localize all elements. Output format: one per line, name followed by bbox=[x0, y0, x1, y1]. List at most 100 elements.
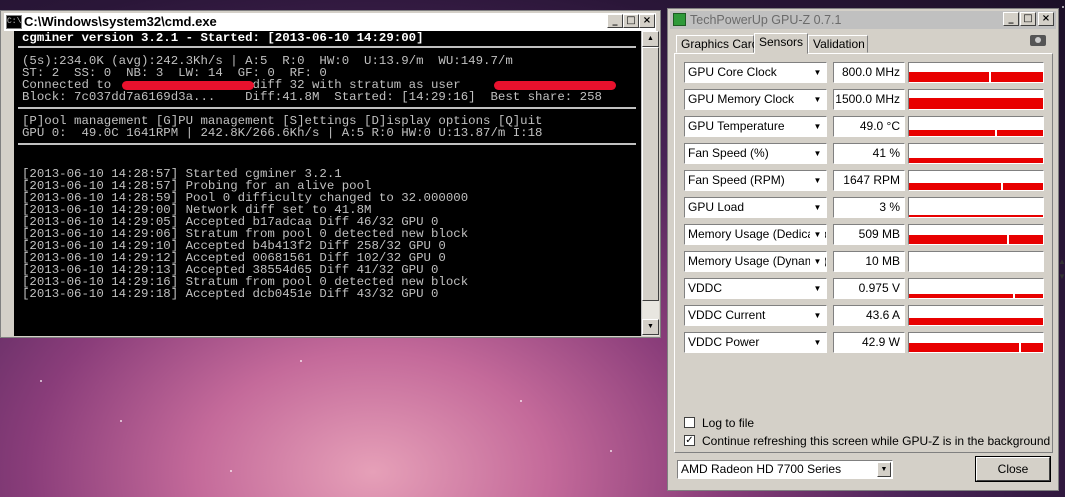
sensor-row: Memory Usage (Dynamic) ▼ 10 MB bbox=[684, 251, 1044, 272]
sensor-graph-fill bbox=[909, 235, 1043, 244]
redacted-username bbox=[494, 81, 616, 90]
sensor-label[interactable]: GPU Memory Clock bbox=[684, 89, 827, 110]
sensor-label[interactable]: GPU Load bbox=[684, 197, 827, 218]
maximize-button[interactable]: □ bbox=[1020, 12, 1036, 26]
sensor-row: VDDC Current ▼ 43.6 A bbox=[684, 305, 1044, 326]
cmd-scrollbar[interactable]: ▲ ▼ bbox=[641, 31, 659, 336]
sensor-graph bbox=[908, 170, 1044, 191]
chevron-down-icon[interactable]: ▼ bbox=[810, 334, 825, 351]
sensor-graph bbox=[908, 251, 1044, 272]
tab-validation[interactable]: Validation bbox=[808, 35, 868, 53]
close-dialog-button[interactable]: Close bbox=[975, 456, 1051, 482]
scroll-up-icon[interactable]: ▲ bbox=[1058, 257, 1065, 266]
console-divider bbox=[18, 46, 636, 48]
sensor-row: VDDC Power ▼ 42.9 W bbox=[684, 332, 1044, 353]
gpuz-titlebar[interactable]: TechPowerUp GPU-Z 0.7.1 _ □ × bbox=[670, 11, 1056, 29]
sensor-value: 10 MB bbox=[833, 251, 905, 272]
cgminer-header: cgminer version 3.2.1 - Started: [2013-0… bbox=[22, 31, 424, 45]
sensor-label[interactable]: Fan Speed (RPM) bbox=[684, 170, 827, 191]
sensor-value: 1647 RPM bbox=[833, 170, 905, 191]
scroll-down-icon[interactable]: ▼ bbox=[642, 319, 659, 335]
chevron-down-icon[interactable]: ▼ bbox=[810, 145, 825, 162]
chevron-down-icon[interactable]: ▼ bbox=[810, 118, 825, 135]
sensor-value: 3 % bbox=[833, 197, 905, 218]
close-button[interactable]: × bbox=[1038, 12, 1054, 26]
sensor-graph bbox=[908, 224, 1044, 245]
chevron-down-icon[interactable]: ▼ bbox=[810, 253, 825, 270]
sensor-graph-dip bbox=[1001, 171, 1003, 190]
tab-sensors[interactable]: Sensors bbox=[754, 33, 808, 54]
scroll-down-icon[interactable]: ▼ bbox=[1058, 272, 1065, 281]
chevron-down-icon[interactable]: ▼ bbox=[810, 307, 825, 324]
cmd-titlebar[interactable]: C:\ C:\Windows\system32\cmd.exe _ □ × bbox=[4, 13, 656, 31]
sensor-row: Fan Speed (%) ▼ 41 % bbox=[684, 143, 1044, 164]
continue-refresh-label: Continue refreshing this screen while GP… bbox=[702, 434, 1051, 448]
sensor-graph bbox=[908, 332, 1044, 353]
sensor-label[interactable]: Fan Speed (%) bbox=[684, 143, 827, 164]
sensor-graph bbox=[908, 89, 1044, 110]
cmd-window: C:\ C:\Windows\system32\cmd.exe _ □ × cg… bbox=[0, 10, 661, 338]
gpuz-window: TechPowerUp GPU-Z 0.7.1 _ □ × Graphics C… bbox=[667, 8, 1065, 491]
log-to-file-checkbox[interactable] bbox=[684, 417, 695, 428]
sensor-graph bbox=[908, 143, 1044, 164]
sensor-value: 1500.0 MHz bbox=[833, 89, 905, 110]
minimize-button[interactable]: _ bbox=[607, 14, 623, 28]
sensor-graph-dip bbox=[1013, 279, 1015, 298]
chevron-down-icon[interactable]: ▼ bbox=[810, 280, 825, 297]
chevron-down-icon[interactable]: ▼ bbox=[810, 226, 825, 243]
sensor-graph-fill bbox=[909, 130, 1043, 136]
sensor-label[interactable]: VDDC Power bbox=[684, 332, 827, 353]
cmd-window-title: C:\Windows\system32\cmd.exe bbox=[24, 14, 217, 29]
sensor-label[interactable]: VDDC bbox=[684, 278, 827, 299]
sensor-graph-fill bbox=[909, 215, 1043, 217]
chevron-down-icon[interactable]: ▼ bbox=[810, 91, 825, 108]
sensor-graph-fill bbox=[909, 158, 1043, 163]
sensor-row: GPU Temperature ▼ 49.0 °C bbox=[684, 116, 1044, 137]
console-output[interactable]: cgminer version 3.2.1 - Started: [2013-0… bbox=[14, 31, 641, 336]
sensor-label[interactable]: VDDC Current bbox=[684, 305, 827, 326]
sensor-label[interactable]: Memory Usage (Dynamic) bbox=[684, 251, 827, 272]
sensor-label[interactable]: GPU Temperature bbox=[684, 116, 827, 137]
chevron-down-icon[interactable]: ▼ bbox=[877, 462, 891, 477]
sensor-graph bbox=[908, 278, 1044, 299]
console-divider bbox=[18, 107, 636, 109]
sensor-value: 509 MB bbox=[833, 224, 905, 245]
scroll-thumb[interactable] bbox=[642, 47, 659, 301]
gpuz-app-icon bbox=[673, 13, 686, 26]
gpu-select[interactable]: AMD Radeon HD 7700 Series ▼ bbox=[677, 460, 893, 479]
scroll-up-icon[interactable]: ▲ bbox=[642, 31, 659, 47]
sensor-value: 43.6 A bbox=[833, 305, 905, 326]
sensor-label[interactable]: GPU Core Clock bbox=[684, 62, 827, 83]
tab-graphics-card[interactable]: Graphics Card bbox=[676, 35, 758, 53]
minimize-button[interactable]: _ bbox=[1003, 12, 1019, 26]
close-button[interactable]: × bbox=[639, 14, 655, 28]
redacted-pool-url bbox=[122, 81, 254, 90]
chevron-down-icon[interactable]: ▼ bbox=[810, 199, 825, 216]
gpu-status-line: GPU 0: 49.0C 1641RPM | 242.8K/266.6Kh/s … bbox=[22, 126, 543, 140]
continue-refresh-checkbox[interactable]: ✓ bbox=[684, 435, 695, 446]
sensor-row: GPU Core Clock ▼ 800.0 MHz bbox=[684, 62, 1044, 83]
sensor-value: 0.975 V bbox=[833, 278, 905, 299]
sensor-graph bbox=[908, 116, 1044, 137]
gpuz-window-title: TechPowerUp GPU-Z 0.7.1 bbox=[690, 13, 842, 27]
sensor-row: Memory Usage (Dedicated) ▼ 509 MB bbox=[684, 224, 1044, 245]
sensor-graph bbox=[908, 305, 1044, 326]
sensor-label[interactable]: Memory Usage (Dedicated) bbox=[684, 224, 827, 245]
sensor-row: GPU Memory Clock ▼ 1500.0 MHz bbox=[684, 89, 1044, 110]
log-line: [2013-06-10 14:29:18] Accepted dcb0451e … bbox=[22, 287, 439, 301]
chevron-down-icon[interactable]: ▼ bbox=[810, 172, 825, 189]
sensor-graph-dip bbox=[1007, 225, 1009, 244]
maximize-button[interactable]: □ bbox=[623, 14, 639, 28]
sensor-graph-dip bbox=[989, 63, 991, 82]
sensor-row: VDDC ▼ 0.975 V bbox=[684, 278, 1044, 299]
sensor-graph-fill bbox=[909, 343, 1043, 352]
sensor-value: 800.0 MHz bbox=[833, 62, 905, 83]
cmd-icon: C:\ bbox=[6, 15, 22, 29]
sensor-value: 41 % bbox=[833, 143, 905, 164]
sensor-row: Fan Speed (RPM) ▼ 1647 RPM bbox=[684, 170, 1044, 191]
screenshot-camera-icon[interactable] bbox=[1030, 35, 1046, 46]
console-divider bbox=[18, 143, 636, 145]
chevron-down-icon[interactable]: ▼ bbox=[810, 64, 825, 81]
sensor-graph-fill bbox=[909, 98, 1043, 109]
gpu-select-value: AMD Radeon HD 7700 Series bbox=[681, 462, 842, 476]
